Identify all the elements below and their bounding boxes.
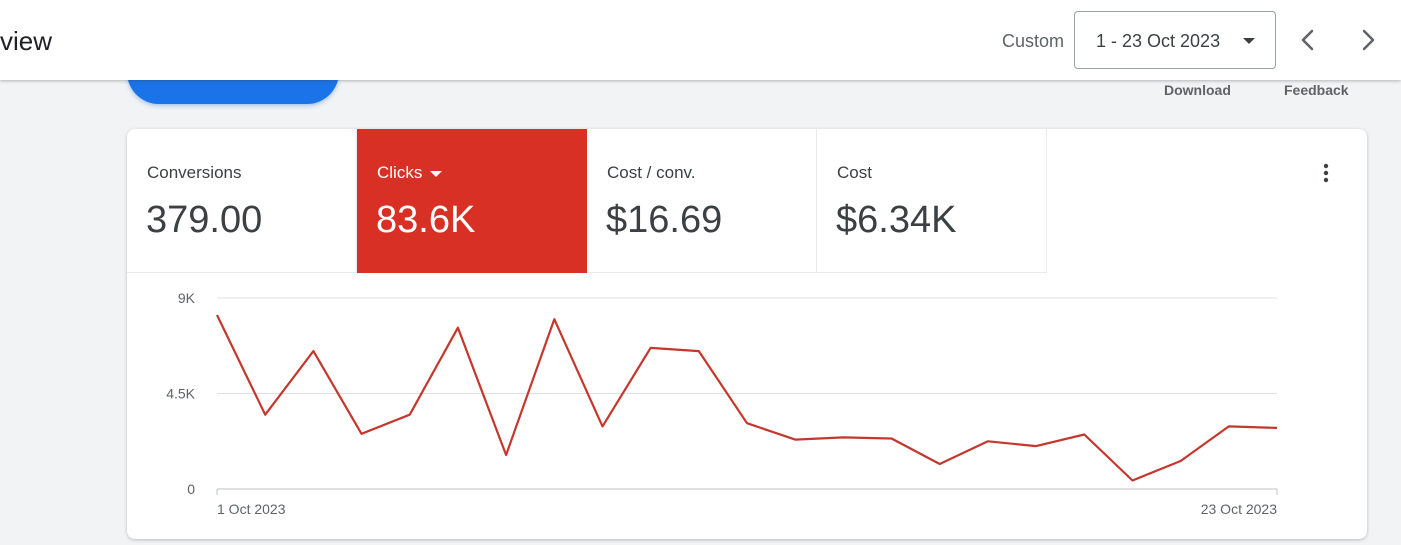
previous-period-button[interactable] bbox=[1290, 22, 1326, 58]
data-point[interactable] bbox=[259, 409, 271, 421]
feedback-button[interactable]: Feedback bbox=[1284, 82, 1349, 98]
y-tick-label: 0 bbox=[187, 481, 195, 497]
top-bar: view Custom 1 - 23 Oct 2023 bbox=[0, 0, 1401, 80]
metric-label: Cost / conv. bbox=[607, 163, 696, 182]
clicks-line-chart: 0 4.5K 9K 1 Oct 2023 23 Oct 2023 bbox=[166, 290, 1283, 517]
y-tick-label: 9K bbox=[178, 290, 196, 306]
data-point[interactable] bbox=[211, 309, 223, 321]
chevron-right-icon bbox=[1362, 29, 1375, 51]
data-point[interactable] bbox=[1223, 420, 1235, 432]
more-vert-icon bbox=[1323, 163, 1329, 183]
data-point[interactable] bbox=[789, 434, 801, 446]
performance-card: Conversions 379.00 Clicks 83.6K Cost / c… bbox=[127, 129, 1367, 539]
more-options-button[interactable] bbox=[1314, 161, 1338, 185]
series-line-clicks bbox=[216, 314, 1278, 482]
data-point[interactable] bbox=[1030, 440, 1042, 452]
page-title: view bbox=[0, 26, 53, 56]
data-point[interactable] bbox=[837, 431, 849, 443]
data-point[interactable] bbox=[307, 345, 319, 357]
data-point[interactable] bbox=[1078, 428, 1090, 440]
metric-value: $16.69 bbox=[606, 199, 723, 241]
data-point[interactable] bbox=[693, 345, 705, 357]
metric-label: Conversions bbox=[147, 163, 242, 182]
x-tick-label: 1 Oct 2023 bbox=[217, 501, 286, 517]
data-point[interactable] bbox=[645, 342, 657, 354]
metric-label-wrap: Clicks bbox=[377, 163, 443, 183]
data-point[interactable] bbox=[548, 313, 560, 325]
data-point[interactable] bbox=[741, 417, 753, 429]
metric-label: Cost bbox=[837, 163, 872, 182]
chevron-left-icon bbox=[1301, 29, 1314, 51]
caret-down-icon bbox=[1243, 38, 1255, 44]
download-button[interactable]: Download bbox=[1164, 82, 1231, 98]
data-point[interactable] bbox=[452, 322, 464, 334]
data-point[interactable] bbox=[1175, 455, 1187, 467]
data-point[interactable] bbox=[404, 409, 416, 421]
data-point[interactable] bbox=[500, 449, 512, 461]
data-point[interactable] bbox=[934, 458, 946, 470]
data-point[interactable] bbox=[1126, 475, 1138, 487]
metric-clicks[interactable]: Clicks 83.6K bbox=[357, 129, 587, 273]
metric-value: $6.34K bbox=[836, 199, 957, 241]
metric-conversions[interactable]: Conversions 379.00 bbox=[127, 129, 357, 273]
data-point[interactable] bbox=[356, 428, 368, 440]
metric-value: 379.00 bbox=[146, 199, 263, 241]
data-point[interactable] bbox=[982, 435, 994, 447]
data-point[interactable] bbox=[1271, 422, 1283, 434]
metric-cost[interactable]: Cost $6.34K bbox=[817, 129, 1047, 273]
data-point[interactable] bbox=[886, 432, 898, 444]
metric-label: Clicks bbox=[377, 163, 423, 182]
metric-cost-per-conversion[interactable]: Cost / conv. $16.69 bbox=[587, 129, 817, 273]
caret-down-icon bbox=[430, 170, 443, 177]
date-range-picker[interactable]: 1 - 23 Oct 2023 bbox=[1074, 11, 1276, 69]
period-label: Custom bbox=[1002, 31, 1065, 51]
next-period-button[interactable] bbox=[1350, 22, 1386, 58]
x-tick-label: 23 Oct 2023 bbox=[1201, 501, 1277, 517]
y-tick-label: 4.5K bbox=[166, 386, 195, 402]
date-range-value: 1 - 23 Oct 2023 bbox=[1096, 31, 1221, 51]
metric-value: 83.6K bbox=[376, 199, 476, 241]
data-point[interactable] bbox=[596, 420, 608, 432]
